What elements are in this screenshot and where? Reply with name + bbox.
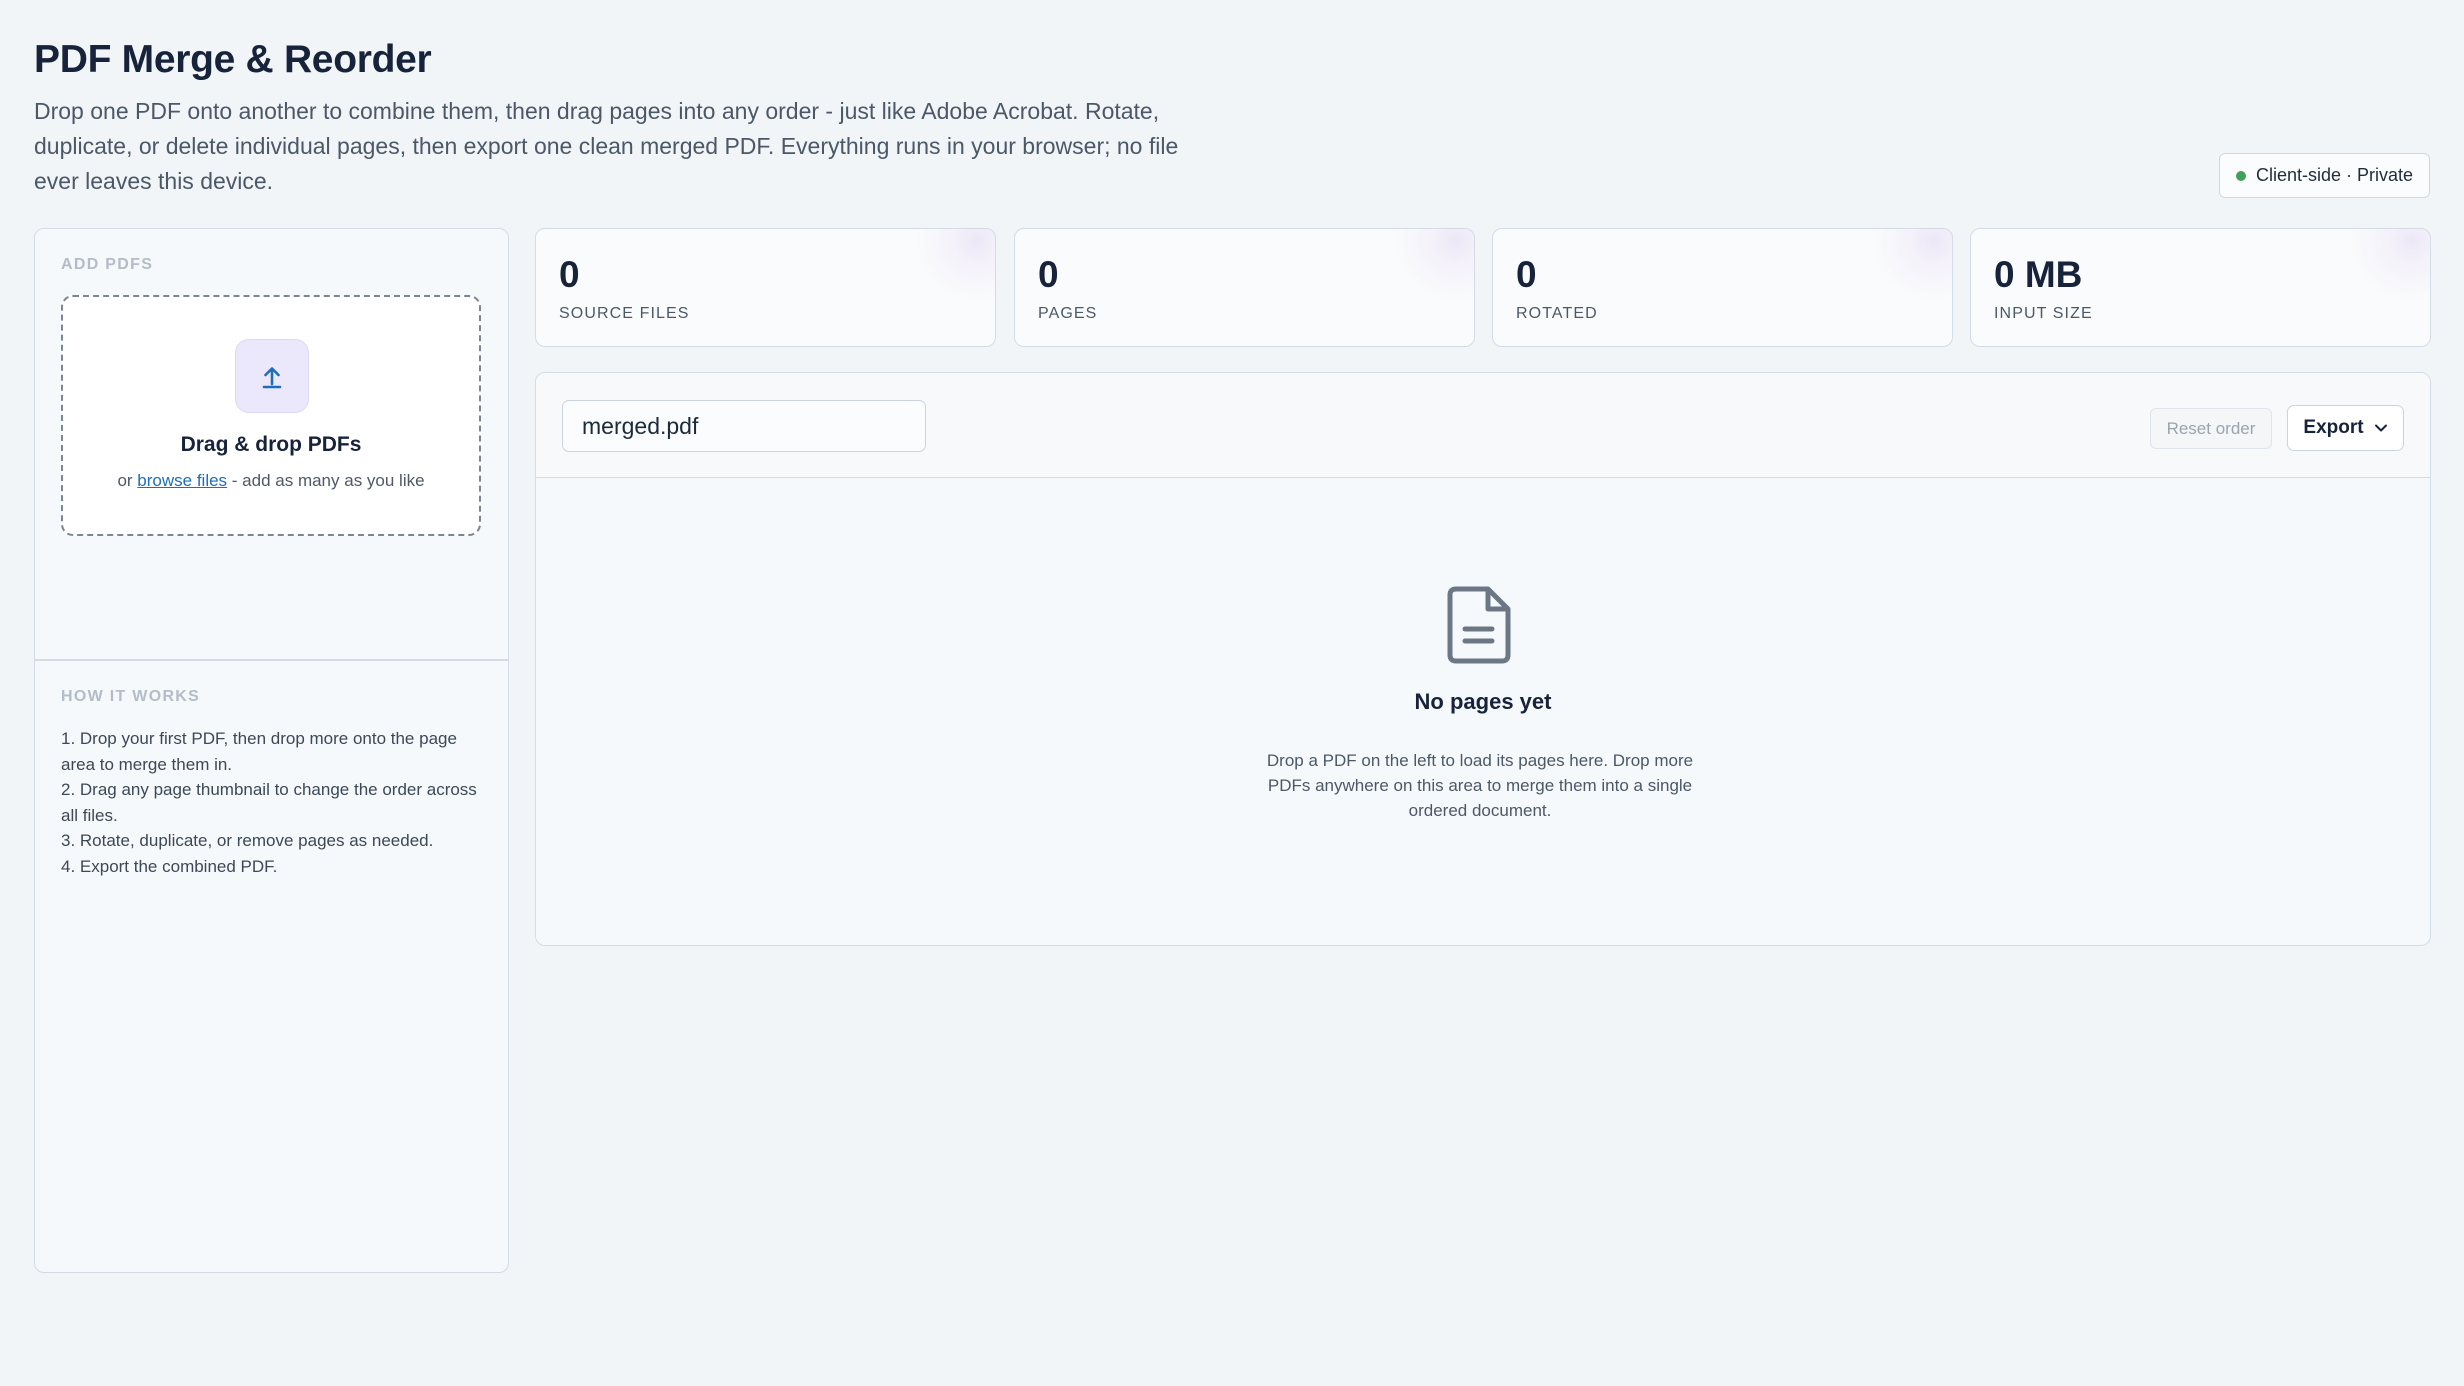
stat-card-rotated: 0 ROTATED	[1492, 228, 1953, 347]
dropzone-prefix: or	[117, 471, 133, 490]
app-page: PDF Merge & Reorder Drop one PDF onto an…	[0, 0, 2464, 1386]
stat-value: 0 MB	[1994, 254, 2083, 295]
export-button[interactable]: Export	[2287, 405, 2404, 451]
page-title: PDF Merge & Reorder	[34, 38, 432, 81]
sidebar: ADD PDFS Drag & drop PDFs or browse file…	[34, 228, 509, 1273]
stat-card-source-files: 0 SOURCE FILES	[535, 228, 996, 347]
privacy-badge: Client-side · Private	[2219, 153, 2430, 198]
output-filename-input[interactable]	[562, 400, 926, 452]
empty-state-title: No pages yet	[1414, 689, 1552, 714]
page-description: Drop one PDF onto another to combine the…	[34, 98, 1179, 194]
empty-state-description: Drop a PDF on the left to load its pages…	[1266, 751, 1694, 820]
pdf-dropzone[interactable]: Drag & drop PDFs or browse files - add a…	[61, 295, 481, 536]
chevron-down-icon	[2374, 424, 2387, 432]
stat-label: ROTATED	[1516, 305, 1598, 322]
export-button-label: Export	[2303, 417, 2364, 438]
stat-value: 0	[559, 254, 580, 295]
upload-icon	[235, 339, 309, 413]
stat-value: 0	[1038, 254, 1059, 295]
stat-label: SOURCE FILES	[559, 305, 690, 322]
step-item: 2. Drag any page thumbnail to change the…	[61, 780, 477, 825]
pages-toolbar: Reset order Export	[536, 373, 2430, 478]
dropzone-suffix: - add as many as you like	[231, 471, 425, 490]
reset-order-button[interactable]: Reset order	[2150, 408, 2272, 449]
stat-value: 0	[1516, 254, 1537, 295]
how-it-works-heading: HOW IT WORKS	[61, 688, 201, 705]
stat-card-pages: 0 PAGES	[1014, 228, 1475, 347]
document-icon	[1447, 586, 1511, 664]
step-item: 3. Rotate, duplicate, or remove pages as…	[61, 831, 434, 850]
add-pdfs-heading: ADD PDFS	[61, 256, 154, 273]
dropzone-title: Drag & drop PDFs	[180, 433, 362, 456]
stat-label: PAGES	[1038, 305, 1098, 322]
sidebar-divider	[35, 659, 508, 661]
pages-panel[interactable]: Reset order Export No pages yet Drop a P…	[535, 372, 2431, 946]
dropzone-subtitle: or browse files - add as many as you lik…	[63, 471, 479, 491]
stat-card-input-size: 0 MB INPUT SIZE	[1970, 228, 2431, 347]
how-it-works-steps: 1. Drop your first PDF, then drop more o…	[61, 726, 481, 879]
privacy-badge-label: Client-side · Private	[2256, 165, 2414, 185]
step-item: 4. Export the combined PDF.	[61, 856, 278, 876]
status-dot-icon	[2236, 170, 2246, 181]
step-item: 1. Drop your first PDF, then drop more o…	[61, 729, 457, 774]
browse-files-link[interactable]: browse files	[137, 471, 227, 490]
stat-label: INPUT SIZE	[1994, 305, 2093, 322]
